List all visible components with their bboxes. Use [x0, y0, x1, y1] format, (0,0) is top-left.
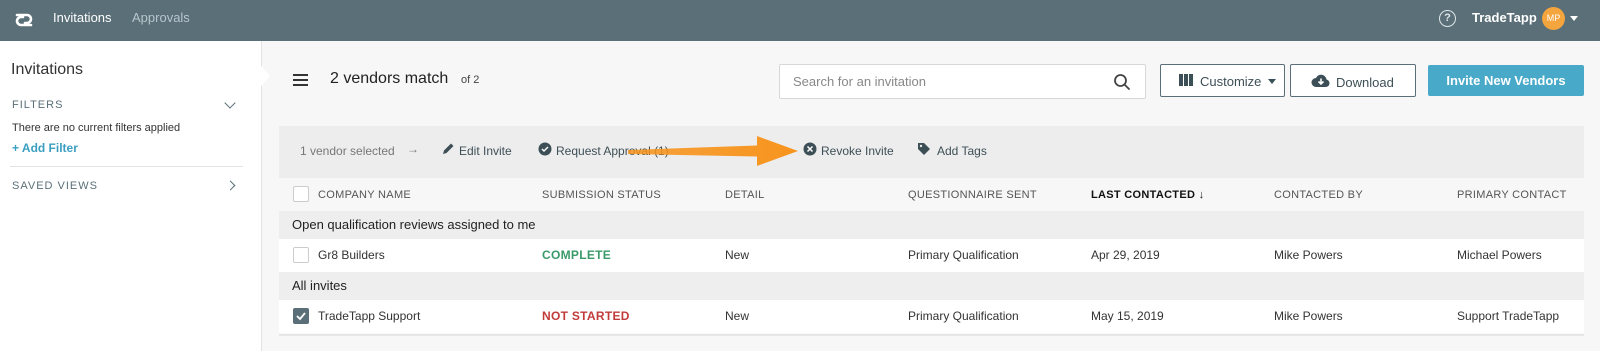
col-submission-status[interactable]: SUBMISSION STATUS: [542, 189, 661, 201]
search-box[interactable]: [779, 64, 1146, 99]
row-checkbox-checked[interactable]: [293, 308, 309, 324]
tag-icon: [918, 143, 930, 155]
bulk-action-bar: 1 vendor selected → Edit Invite Request …: [279, 126, 1584, 178]
primary-contact: Michael Powers: [1457, 248, 1542, 262]
group-label: Open qualification reviews assigned to m…: [292, 217, 536, 232]
company-name[interactable]: TradeTapp Support: [318, 309, 420, 323]
avatar[interactable]: MP: [1542, 7, 1565, 30]
col-questionnaire-sent[interactable]: QUESTIONNAIRE SENT: [908, 189, 1037, 201]
invite-new-vendors-button[interactable]: Invite New Vendors: [1428, 65, 1584, 96]
no-filters-text: There are no current filters applied: [12, 122, 181, 134]
select-all-checkbox[interactable]: [293, 186, 309, 202]
check-circle-icon: [538, 142, 552, 156]
submission-status: NOT STARTED: [542, 309, 630, 323]
col-primary-contact[interactable]: PRIMARY CONTACT: [1457, 189, 1567, 201]
search-input[interactable]: [793, 74, 1093, 89]
chevron-right-icon[interactable]: [225, 180, 236, 191]
contacted-by: Mike Powers: [1274, 309, 1343, 323]
table-header: COMPANY NAME SUBMISSION STATUS DETAIL QU…: [279, 178, 1584, 211]
table-row[interactable]: TradeTapp Support NOT STARTED New Primar…: [279, 300, 1584, 333]
user-name[interactable]: TradeTapp: [1472, 10, 1537, 25]
last-contacted: May 15, 2019: [1091, 309, 1164, 323]
sidebar-title: Invitations: [11, 61, 84, 78]
detail: New: [725, 248, 750, 262]
search-icon[interactable]: [1113, 73, 1131, 91]
download-label: Download: [1336, 75, 1394, 90]
customize-button[interactable]: Customize: [1160, 64, 1285, 97]
x-circle-icon: [803, 142, 817, 156]
contacted-by: Mike Powers: [1274, 248, 1343, 262]
top-nav-bar: Invitations Approvals ? TradeTapp MP: [0, 0, 1600, 41]
pencil-icon: [443, 143, 454, 154]
filters-heading[interactable]: FILTERS: [12, 99, 63, 111]
group-header: All invites: [279, 272, 1584, 300]
customize-label: Customize: [1200, 74, 1262, 89]
download-button[interactable]: Download: [1290, 64, 1416, 97]
col-last-contacted[interactable]: LAST CONTACTED ↓: [1091, 189, 1204, 201]
columns-icon: [1179, 74, 1193, 86]
primary-contact: Support TradeTapp: [1457, 309, 1560, 323]
table-bottom-border: [279, 334, 1584, 336]
table-row[interactable]: Gr8 Builders COMPLETE New Primary Qualif…: [279, 239, 1584, 272]
questionnaire-sent: Primary Qualification: [908, 309, 1019, 323]
revoke-invite-button[interactable]: Revoke Invite: [821, 144, 894, 158]
edit-invite-button[interactable]: Edit Invite: [459, 144, 512, 158]
checkmark-icon: [296, 312, 306, 321]
sidebar-divider: [10, 166, 243, 167]
request-approval-button[interactable]: Request Approval (1): [556, 144, 669, 158]
cloud-download-icon: [1311, 74, 1330, 87]
add-tags-button[interactable]: Add Tags: [937, 144, 987, 158]
group-header: Open qualification reviews assigned to m…: [279, 211, 1584, 239]
col-contacted-by[interactable]: CONTACTED BY: [1274, 189, 1363, 201]
add-filter-link[interactable]: + Add Filter: [12, 141, 78, 155]
sidebar: Invitations FILTERS There are no current…: [0, 41, 262, 351]
saved-views-heading[interactable]: SAVED VIEWS: [12, 180, 98, 192]
chevron-down-icon[interactable]: [224, 97, 236, 109]
user-menu-caret-icon[interactable]: [1570, 16, 1578, 21]
last-contacted: Apr 29, 2019: [1091, 248, 1160, 262]
caret-down-icon: [1268, 79, 1276, 84]
col-company-name[interactable]: COMPANY NAME: [318, 189, 411, 201]
match-total: of 2: [461, 74, 480, 86]
detail: New: [725, 309, 750, 323]
match-count: 2 vendors match: [330, 70, 449, 87]
company-name[interactable]: Gr8 Builders: [318, 248, 385, 262]
questionnaire-sent: Primary Qualification: [908, 248, 1019, 262]
row-checkbox[interactable]: [293, 247, 309, 263]
hamburger-menu-icon[interactable]: [293, 74, 308, 86]
help-icon[interactable]: ?: [1439, 10, 1456, 27]
submission-status: COMPLETE: [542, 248, 612, 262]
sidebar-pointer: [261, 66, 270, 86]
tradetapp-logo-icon[interactable]: [13, 9, 35, 31]
nav-approvals[interactable]: Approvals: [132, 10, 190, 25]
arrow-right-icon: →: [407, 142, 419, 156]
col-detail[interactable]: DETAIL: [725, 189, 765, 201]
group-label: All invites: [292, 278, 347, 293]
nav-invitations[interactable]: Invitations: [53, 10, 112, 25]
selected-count: 1 vendor selected: [300, 144, 395, 158]
